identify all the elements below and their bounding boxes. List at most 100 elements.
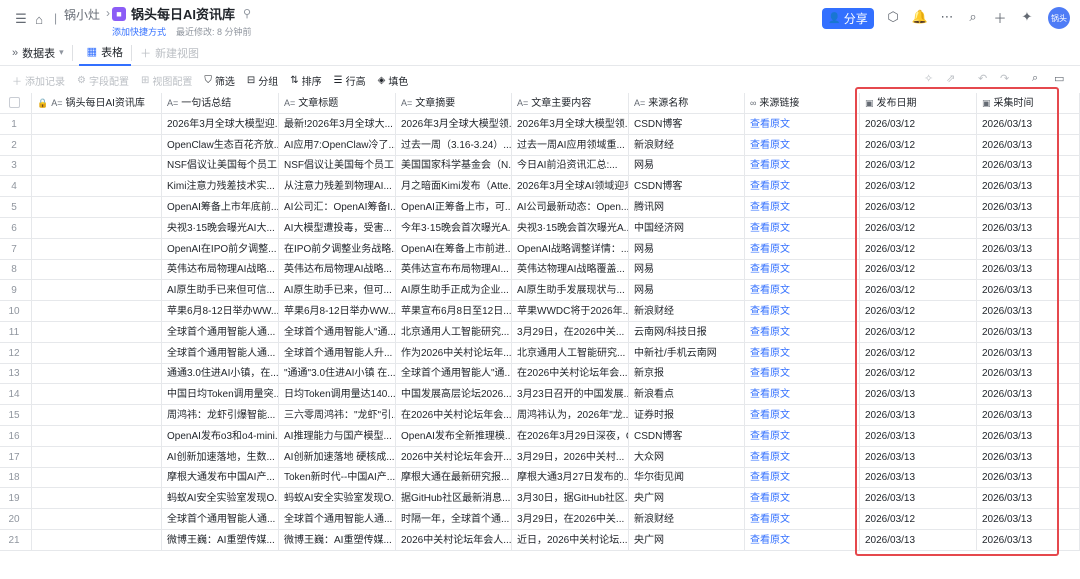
table-cell[interactable]: 央视3·15晚会曝光AI大... xyxy=(162,217,279,239)
table-cell[interactable]: OpenClaw生态百花齐放... xyxy=(162,134,279,156)
table-cell[interactable]: 全球首个通用智能人通... xyxy=(162,321,279,343)
table-cell[interactable]: 腾讯网 xyxy=(629,197,745,218)
table-cell[interactable]: 网易 xyxy=(629,259,745,281)
plus-icon[interactable]: ＋ xyxy=(991,8,1009,26)
row-number[interactable]: 4 xyxy=(0,176,32,198)
table-cell[interactable]: 今日AI前沿资讯汇总:... xyxy=(512,155,629,177)
table-cell[interactable]: 大众网 xyxy=(629,446,745,468)
table-cell[interactable]: AI应用7:OpenClaw冷了... xyxy=(279,134,396,156)
row-number[interactable]: 11 xyxy=(0,321,32,343)
table-cell[interactable] xyxy=(32,238,162,260)
table-cell[interactable]: 中国日均Token调用量突... xyxy=(162,384,279,406)
table-cell[interactable] xyxy=(32,509,162,530)
select-all-checkbox[interactable] xyxy=(8,96,20,108)
table-cell[interactable]: OpenAI发布全新推理模... xyxy=(396,425,512,447)
table-cell[interactable] xyxy=(32,217,162,239)
table-cell[interactable] xyxy=(32,321,162,343)
table-cell[interactable]: OpenAI正筹备上市，可... xyxy=(396,197,512,218)
search-records-icon[interactable]: ⌕ xyxy=(1032,72,1038,85)
table-cell[interactable]: 摩根大通3月27日发布的... xyxy=(512,467,629,489)
table-cell[interactable]: 微博王巍：AI重塑传媒... xyxy=(279,529,396,551)
row-number[interactable]: 2 xyxy=(0,134,32,156)
table-cell[interactable] xyxy=(32,280,162,302)
table-cell[interactable]: 蚂蚁AI安全实验室发现O... xyxy=(162,488,279,510)
table-cell[interactable]: AI原生助手正成为企业... xyxy=(396,280,512,302)
table-cell[interactable]: 周鸿祎：龙虾引爆智能... xyxy=(162,405,279,426)
row-number[interactable]: 19 xyxy=(0,488,32,510)
table-cell[interactable]: AI推理能力与国产模型... xyxy=(279,425,396,447)
source-link[interactable]: 查看原文 xyxy=(745,342,860,364)
table-cell[interactable]: 摩根大通发布中国AI产... xyxy=(162,467,279,489)
row-number[interactable]: 16 xyxy=(0,425,32,447)
row-number[interactable]: 3 xyxy=(0,155,32,177)
ai-sparkle-icon[interactable]: ✦ xyxy=(1018,8,1036,26)
table-cell[interactable] xyxy=(32,405,162,426)
table-cell[interactable]: 微博王巍：AI重塑传媒... xyxy=(162,529,279,551)
table-cell[interactable]: 2026年3月全球大模型领... xyxy=(396,113,512,135)
table-cell[interactable]: 三六零周鸿祎："龙虾"引... xyxy=(279,405,396,426)
table-cell[interactable]: 在2026中关村论坛年会... xyxy=(396,405,512,426)
extension-icon[interactable]: ⬡ xyxy=(884,8,902,26)
table-cell[interactable] xyxy=(32,363,162,385)
share-button[interactable]: 👤 分享 xyxy=(822,8,874,29)
row-number[interactable]: 5 xyxy=(0,197,32,218)
tab-new-view[interactable]: ＋ 新建视图 xyxy=(132,40,207,66)
share-view-icon[interactable]: ⇗ xyxy=(946,72,955,85)
table-cell[interactable]: 网易 xyxy=(629,155,745,177)
table-cell[interactable] xyxy=(32,342,162,364)
row-number[interactable]: 20 xyxy=(0,509,32,530)
table-cell[interactable]: 全球首个通用智能人升... xyxy=(279,342,396,364)
table-cell[interactable]: 摩根大通在最新研究报... xyxy=(396,467,512,489)
table-cell[interactable]: 证券时报 xyxy=(629,405,745,426)
table-cell[interactable]: 苹果WWDC将于2026年... xyxy=(512,301,629,322)
table-cell[interactable] xyxy=(32,301,162,322)
field-config-button[interactable]: ⚙ 字段配置 xyxy=(71,73,135,88)
tab-table-view[interactable]: ▦ 表格 xyxy=(78,40,132,66)
table-cell[interactable]: 3月29日，在2026中关... xyxy=(512,321,629,343)
table-cell[interactable]: 全球首个通用智能人"通... xyxy=(396,363,512,385)
add-shortcut-link[interactable]: 添加快捷方式 xyxy=(112,25,166,38)
table-cell[interactable]: OpenAI在筹备上市前进... xyxy=(396,238,512,260)
comment-icon[interactable]: ▭ xyxy=(1054,72,1064,85)
table-cell[interactable]: 新浪看点 xyxy=(629,384,745,406)
bell-icon[interactable]: 🔔 xyxy=(911,8,929,26)
row-number[interactable]: 6 xyxy=(0,217,32,239)
table-cell[interactable]: Kimi注意力残差技术实... xyxy=(162,176,279,198)
table-cell[interactable]: 在IPO前夕调整业务战略... xyxy=(279,238,396,260)
table-cell[interactable]: 3月29日，在2026中关... xyxy=(512,509,629,530)
source-link[interactable]: 查看原文 xyxy=(745,446,860,468)
table-cell[interactable]: 央广网 xyxy=(629,529,745,551)
avatar[interactable]: 锅头 xyxy=(1048,7,1070,29)
table-cell[interactable]: 苹果6月8-12日举办WW... xyxy=(279,301,396,322)
table-cell[interactable]: 网易 xyxy=(629,238,745,260)
filter-button[interactable]: ⛉ 筛选 xyxy=(198,73,241,88)
row-number[interactable]: 10 xyxy=(0,301,32,322)
table-cell[interactable]: 华尔街见闻 xyxy=(629,467,745,489)
table-cell[interactable] xyxy=(32,488,162,510)
table-cell[interactable]: OpenAI筹备上市年底前... xyxy=(162,197,279,218)
table-cell[interactable]: 全球首个通用智能人通... xyxy=(279,509,396,530)
table-cell[interactable] xyxy=(32,113,162,135)
more-icon[interactable]: ⋯ xyxy=(938,8,956,26)
row-number[interactable]: 12 xyxy=(0,342,32,364)
column-header[interactable]: A= 文章摘要 xyxy=(396,93,512,113)
table-cell[interactable]: 英伟达物理AI战略覆盖... xyxy=(512,259,629,281)
table-cell[interactable]: 从注意力残差到物理AI... xyxy=(279,176,396,198)
table-cell[interactable]: 3月30日，据GitHub社区... xyxy=(512,488,629,510)
view-config-button[interactable]: ⊞ 视图配置 xyxy=(135,73,198,88)
source-link[interactable]: 查看原文 xyxy=(745,113,860,135)
table-cell[interactable]: 新浪财经 xyxy=(629,509,745,530)
table-cell[interactable]: 美国国家科学基金会（N... xyxy=(396,155,512,177)
table-cell[interactable]: NSF倡议让美国每个员工... xyxy=(162,155,279,177)
table-cell[interactable]: CSDN博客 xyxy=(629,113,745,135)
source-link[interactable]: 查看原文 xyxy=(745,238,860,260)
source-link[interactable]: 查看原文 xyxy=(745,259,860,281)
table-cell[interactable]: 中国发展高层论坛2026... xyxy=(396,384,512,406)
table-cell[interactable]: 近日，2026中关村论坛... xyxy=(512,529,629,551)
table-cell[interactable]: AI大模型遭投毒，受害... xyxy=(279,217,396,239)
table-cell[interactable]: 新浪财经 xyxy=(629,301,745,322)
tab-data-table[interactable]: » 数据表 ▾ xyxy=(0,40,72,66)
table-cell[interactable]: 最新!2026年3月全球大... xyxy=(279,113,396,135)
table-cell[interactable]: 时隔一年，全球首个通... xyxy=(396,509,512,530)
sort-button[interactable]: ⇅ 排序 xyxy=(284,73,327,88)
